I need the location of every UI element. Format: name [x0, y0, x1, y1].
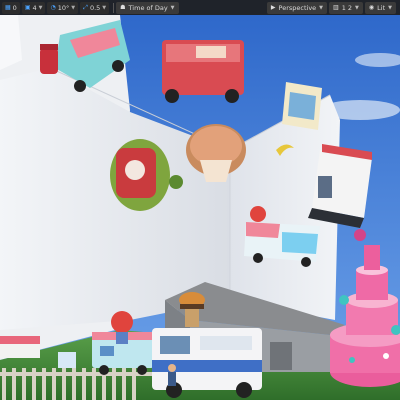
flying-jar	[40, 44, 58, 74]
chevron-down-icon: ▼	[38, 4, 43, 11]
view-mode-dropdown[interactable]: ◉ Lit ▼	[364, 1, 396, 14]
rotation-snap-value: 10°	[57, 3, 70, 12]
view-mode-label: Lit	[377, 3, 386, 12]
grid-snap-icon: ▦	[5, 4, 11, 11]
scale-snap-icon: ⤢	[83, 3, 88, 11]
perspective-label: Perspective	[278, 3, 317, 12]
layout-dropdown[interactable]: ▥ 1 2 ▼	[329, 1, 363, 14]
layout-icon: ▥	[333, 4, 339, 11]
chevron-down-icon: ▼	[388, 4, 392, 11]
scale-snap-toggle[interactable]: ⤢ 0.5 ▼	[80, 1, 110, 14]
chevron-down-icon: ▼	[170, 4, 175, 11]
lightbulb-icon: ◉	[368, 4, 375, 11]
time-of-day-label: Time of Day	[128, 3, 168, 12]
chevron-down-icon: ▼	[102, 4, 107, 11]
scale-snap-value: 0.5	[89, 3, 101, 12]
scene-render	[0, 0, 400, 400]
flying-cereal-box	[282, 82, 322, 130]
location-snap-value: 4	[32, 3, 37, 12]
perspective-dropdown[interactable]: ▶ Perspective ▼	[266, 1, 328, 14]
grid-snap-toggle[interactable]: ▦ 0	[2, 1, 20, 14]
person-icon: ☗	[120, 4, 126, 11]
chevron-down-icon: ▼	[319, 4, 324, 11]
time-of-day-dropdown[interactable]: ☗ Time of Day ▼	[116, 1, 179, 14]
layout-label: 1 2	[341, 3, 353, 12]
location-snap-icon: ▣	[24, 4, 31, 11]
person-figure	[168, 364, 176, 386]
editor-viewport[interactable]: ▦ 0 ▣ 4 ▼ ◔ 10° ▼ ⤢ 0.5 ▼ ☗ Time of Day …	[0, 0, 400, 400]
toolbar-divider	[113, 2, 115, 13]
flying-tomato	[250, 206, 266, 222]
flying-red-van	[162, 40, 244, 103]
grid-snap-value: 0	[12, 3, 17, 12]
location-snap-toggle[interactable]: ▣ 4 ▼	[21, 1, 46, 14]
delivery-van	[152, 328, 262, 398]
chevron-down-icon: ▼	[71, 4, 76, 11]
chevron-down-icon: ▼	[355, 4, 359, 11]
viewport-toolbar: ▦ 0 ▣ 4 ▼ ◔ 10° ▼ ⤢ 0.5 ▼ ☗ Time of Day …	[0, 0, 400, 15]
camera-icon: ▶	[270, 4, 276, 11]
rotation-snap-toggle[interactable]: ◔ 10° ▼	[47, 1, 79, 14]
rotation-snap-icon: ◔	[50, 4, 56, 11]
